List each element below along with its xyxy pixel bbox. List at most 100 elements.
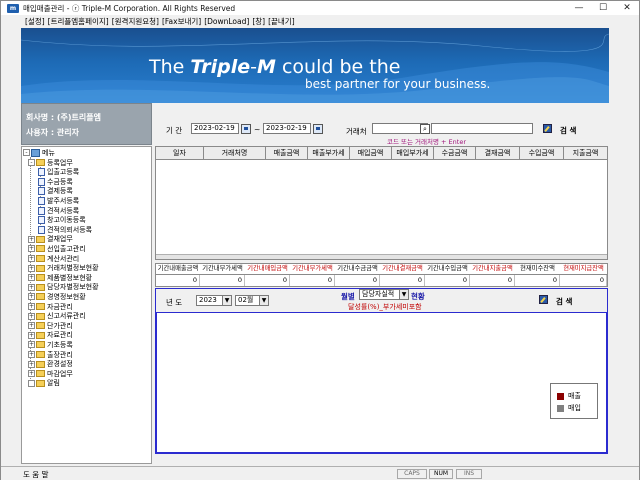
menu-root-icon xyxy=(31,148,40,157)
expand-toggle[interactable]: + xyxy=(28,322,35,330)
folder-icon xyxy=(36,255,45,262)
tree-item-label: 경영정보현황 xyxy=(47,292,86,301)
tree-item[interactable]: + 단가관리 xyxy=(28,321,73,330)
window-controls: — ☐ ✕ xyxy=(567,1,639,15)
column-header-partner[interactable]: 거래처명 xyxy=(204,147,266,159)
calendar-to-icon[interactable] xyxy=(313,124,323,134)
column-header-collection[interactable]: 수금금액 xyxy=(434,147,476,159)
tree-item-label: 선입출고관리 xyxy=(47,244,86,253)
menu-send-fax[interactable]: [Fax보내기] xyxy=(162,16,201,27)
expand-toggle[interactable]: + xyxy=(28,264,35,272)
tree-root[interactable]: - 메뉴 xyxy=(23,148,55,157)
expand-toggle[interactable]: + xyxy=(28,360,35,368)
expand-toggle[interactable]: + xyxy=(28,283,35,291)
folder-icon xyxy=(36,235,45,243)
column-header-sales-vat[interactable]: 매출부가세 xyxy=(308,147,350,159)
tree-item[interactable]: + 기초등록 xyxy=(28,340,73,349)
tree-item[interactable]: 알림 xyxy=(28,379,60,388)
tree-item[interactable]: + 신고서류관리 xyxy=(28,312,86,321)
tree-item[interactable]: 견적의뢰서등록 xyxy=(38,225,92,234)
menu-settings[interactable]: [설정] xyxy=(25,16,45,27)
expand-toggle[interactable]: + xyxy=(28,331,35,339)
totals-value-cell: 0 xyxy=(560,275,607,286)
totals-value-cell: 0 xyxy=(200,275,245,286)
tree-item[interactable]: + 계산서관리 xyxy=(28,254,79,263)
menu-homepage[interactable]: [트리플엠홈페이지] xyxy=(48,16,109,27)
tree-item[interactable]: 결제등록 xyxy=(38,187,73,196)
tree-item[interactable]: + 결재업무 xyxy=(28,235,73,244)
tree-item[interactable]: + 자료관리 xyxy=(28,331,73,340)
totals-header-cell: 기간내결재금액 xyxy=(382,265,423,272)
column-header-income[interactable]: 수입금액 xyxy=(520,147,564,159)
date-to-input[interactable]: 2023-02-19 xyxy=(263,123,311,134)
column-header-date[interactable]: 일자 xyxy=(156,147,204,159)
partner-search-icon[interactable]: ⌕ xyxy=(420,124,430,134)
tree-item[interactable]: 입출고등록 xyxy=(38,168,79,177)
totals-header-cell: 기간내부가세액 xyxy=(292,265,333,272)
expand-toggle[interactable]: + xyxy=(28,293,35,301)
tree-item[interactable]: 수금등록 xyxy=(38,177,73,186)
chevron-down-icon: ▼ xyxy=(222,296,231,305)
expand-toggle[interactable]: + xyxy=(28,312,35,320)
tree-item[interactable]: 창고이동등록 xyxy=(38,216,86,225)
tree-item[interactable]: + 마감업무 xyxy=(28,369,73,378)
expand-toggle[interactable]: + xyxy=(28,341,35,349)
expand-toggle[interactable]: + xyxy=(28,274,35,282)
tree-item[interactable]: + 경영정보현황 xyxy=(28,292,86,301)
expand-toggle[interactable]: + xyxy=(28,303,35,310)
collapse-toggle[interactable]: - xyxy=(23,149,30,156)
tree-item[interactable]: + 담당자별정보현황 xyxy=(28,283,99,292)
tree-item[interactable]: + 제품별정보현황 xyxy=(28,273,92,282)
partner-name-input[interactable] xyxy=(431,123,533,134)
tree-item[interactable]: + 출장관리 xyxy=(28,350,73,359)
totals-header: 기간내매출금액 기간내부가세액 기간내매입금액 기간내부가세액 기간내수금금액 기간내결재… xyxy=(156,264,607,275)
maximize-button[interactable]: ☐ xyxy=(591,1,615,15)
column-header-purchase-vat[interactable]: 매입부가세 xyxy=(392,147,434,159)
tree-item[interactable]: + 환경설정 xyxy=(28,360,73,369)
tree-item[interactable]: + 선입출고관리 xyxy=(28,244,86,253)
expand-toggle[interactable]: + xyxy=(28,245,35,253)
folder-icon xyxy=(36,370,45,378)
tree-item[interactable]: 발주서등록 xyxy=(38,196,79,205)
window-title: 매입매출관리 - ⓡ Triple-M Corporation. All Rig… xyxy=(23,3,236,13)
column-header-expense[interactable]: 지출금액 xyxy=(564,147,607,159)
tree-item-label: 기초등록 xyxy=(47,340,73,349)
menu-exit[interactable]: [끝내기] xyxy=(268,16,295,27)
folder-icon xyxy=(36,360,45,368)
minimize-button[interactable]: — xyxy=(567,1,591,15)
expand-toggle[interactable]: + xyxy=(28,235,35,243)
chart-panel: 년 도 2023 ▼ 02월 ▼ 월별 담당자실적 ▼ 현황 달성률(%)_부가… xyxy=(155,288,608,454)
tree-item-label: 자료관리 xyxy=(47,331,73,340)
expand-toggle[interactable] xyxy=(28,379,35,387)
expand-toggle[interactable]: + xyxy=(28,370,35,378)
tree-item-label: 거래처별정보현황 xyxy=(47,264,99,273)
menu-download[interactable]: [DownLoad] xyxy=(204,17,249,26)
tree-item[interactable]: + 거래처별정보현황 xyxy=(28,264,99,273)
banner-headline: The Triple-M could be the xyxy=(149,56,401,78)
legend-label-purchase: 매입 xyxy=(568,404,581,412)
year-select[interactable]: 2023 ▼ xyxy=(196,295,232,306)
totals-header-cell: 기간내지출금액 xyxy=(472,265,513,272)
tree-item[interactable]: 견적서등록 xyxy=(38,206,79,215)
expand-toggle[interactable]: + xyxy=(28,255,35,262)
column-header-payment[interactable]: 결재금액 xyxy=(476,147,520,159)
menu-window[interactable]: [창] xyxy=(252,16,265,27)
calendar-from-icon[interactable] xyxy=(241,124,251,134)
totals-value-cell: 0 xyxy=(515,275,560,286)
search-button[interactable]: 검 색 xyxy=(560,125,576,136)
folder-icon xyxy=(36,303,45,310)
tree-item[interactable]: - 등록업무 xyxy=(28,158,73,167)
close-button[interactable]: ✕ xyxy=(615,1,639,15)
date-from-input[interactable]: 2023-02-19 xyxy=(191,123,239,134)
column-header-sales-amount[interactable]: 매출금액 xyxy=(266,147,308,159)
report-type-select[interactable]: 담당자실적 ▼ xyxy=(359,289,409,300)
tree-item[interactable]: + 자금관리 xyxy=(28,302,73,311)
menu-remote-support[interactable]: [원격지원요청] xyxy=(112,16,159,27)
expand-toggle[interactable]: + xyxy=(28,351,35,358)
chart-search-button[interactable]: 검 색 xyxy=(556,296,572,307)
month-select[interactable]: 02월 ▼ xyxy=(235,295,269,306)
grid-horizontal-scrollbar[interactable] xyxy=(156,254,607,259)
grid-header: 일자 거래처명 매출금액 매출부가세 매입금액 매입부가세 수금금액 결재금액 … xyxy=(156,147,607,160)
collapse-toggle[interactable]: - xyxy=(28,159,35,166)
column-header-purchase-amount[interactable]: 매입금액 xyxy=(350,147,392,159)
